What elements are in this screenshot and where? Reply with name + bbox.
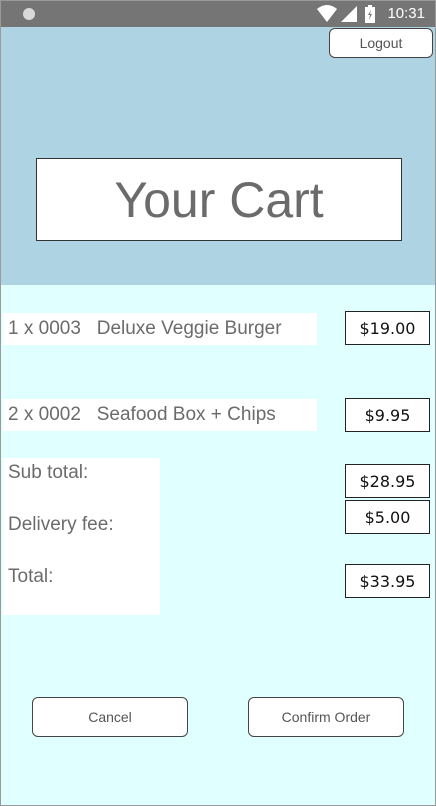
battery-icon: [365, 5, 375, 23]
subtotal-value: $28.95: [345, 464, 430, 498]
page-title-box: Your Cart: [36, 158, 402, 241]
signal-icon: [341, 6, 357, 22]
total-value: $33.95: [345, 564, 430, 598]
total-label: Total:: [8, 566, 54, 587]
cancel-button[interactable]: Cancel: [32, 697, 188, 737]
cart-item-price: $19.00: [345, 311, 430, 345]
cart-item-description: 1 x 0003 Deluxe Veggie Burger: [3, 313, 317, 345]
summary-labels-panel: Sub total: Delivery fee: Total:: [3, 458, 160, 615]
status-bar: 10:31: [1, 1, 435, 27]
wifi-icon: [317, 5, 337, 22]
app-frame: 10:31 Logout Your Cart 1 x 0003 Deluxe V…: [0, 0, 436, 806]
cart-header: [1, 27, 435, 285]
delivery-fee-value: $5.00: [345, 500, 430, 534]
notification-dot-icon: [23, 8, 35, 20]
status-time: 10:31: [387, 5, 425, 22]
page-title: Your Cart: [114, 171, 324, 228]
confirm-order-button[interactable]: Confirm Order: [248, 697, 404, 737]
logout-button[interactable]: Logout: [329, 28, 433, 58]
cart-item-price: $9.95: [345, 398, 430, 432]
delivery-fee-label: Delivery fee:: [8, 514, 114, 535]
subtotal-label: Sub total:: [8, 462, 89, 483]
cart-item-description: 2 x 0002 Seafood Box + Chips: [3, 399, 317, 431]
